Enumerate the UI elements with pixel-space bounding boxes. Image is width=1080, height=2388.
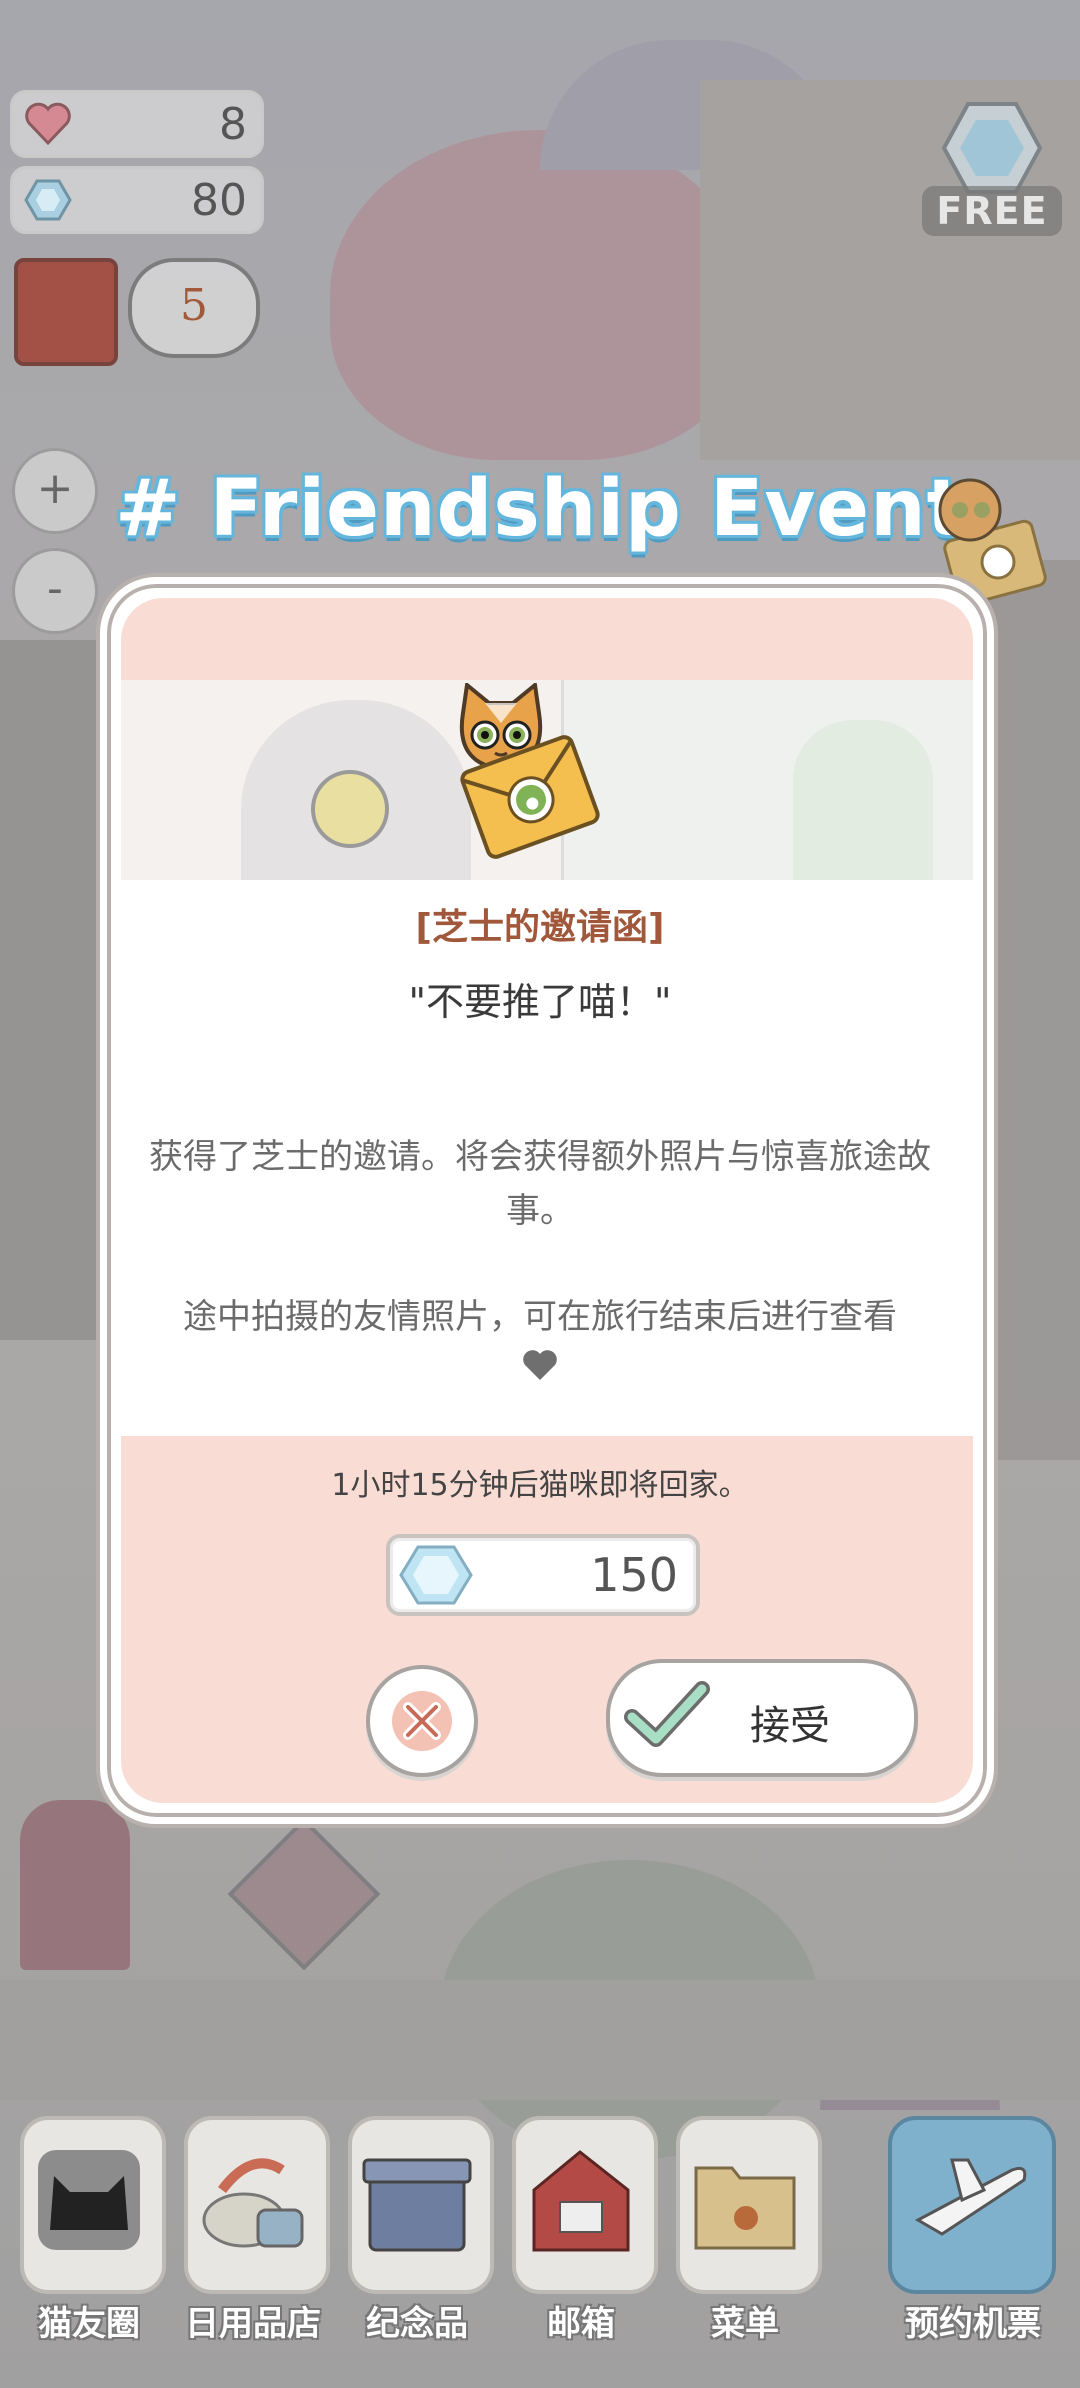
folder-icon — [694, 2166, 796, 2250]
gems-counter: 80 — [10, 166, 264, 234]
gems-value: 80 — [191, 175, 247, 226]
nav-label: 预约机票 — [905, 2304, 1041, 2344]
accept-button[interactable]: 接受 — [606, 1659, 918, 1777]
nav-label: 猫友圈 — [38, 2304, 140, 2344]
illustration-plant — [793, 720, 933, 880]
invitation-description: 获得了芝士的邀请。将会获得额外照片与惊喜旅途故事。 — [149, 1137, 931, 1231]
nav-shop[interactable]: 日用品店 — [178, 2100, 330, 2388]
mail-count-bubble[interactable]: 5 — [128, 258, 260, 358]
cat-friends-icon — [38, 2150, 140, 2250]
dialog-header-band — [121, 598, 973, 680]
return-timer: 1小时15分钟后猫咪即将回家。 — [331, 1468, 749, 1503]
photo-album-icon[interactable] — [14, 258, 118, 366]
souvenir-box-icon — [362, 2158, 472, 2252]
nav-cat-friends[interactable]: 猫友圈 — [14, 2100, 166, 2388]
free-gem-icon[interactable] — [940, 100, 1044, 196]
free-gems-button[interactable]: FREE — [922, 186, 1062, 236]
heart-icon — [25, 102, 71, 146]
hearts-value: 8 — [219, 99, 247, 150]
airplane-icon — [914, 2158, 1027, 2236]
illustration-cat-eye — [311, 770, 389, 848]
gem-icon — [399, 1545, 473, 1605]
gem-cost-value: 150 — [590, 1548, 678, 1602]
nav-menu[interactable]: 菜单 — [670, 2100, 822, 2388]
event-title: # Friendship Event — [115, 464, 965, 554]
shop-icon — [202, 2158, 304, 2248]
nav-souvenirs[interactable]: 纪念品 — [342, 2100, 494, 2388]
mailbox-icon — [532, 2150, 630, 2252]
gem-cost-display: 150 — [386, 1534, 700, 1616]
nav-label: 菜单 — [711, 2304, 779, 2344]
zoom-out-button[interactable]: - — [12, 548, 98, 634]
nav-book-flight[interactable]: 预约机票 — [888, 2100, 1056, 2388]
accept-label: 接受 — [750, 1703, 830, 1749]
mail-count-value: 5 — [180, 280, 208, 331]
checkmark-icon — [624, 1681, 710, 1747]
gem-icon — [24, 179, 72, 221]
nav-label: 纪念品 — [366, 2304, 468, 2344]
nav-mailbox[interactable]: 邮箱 — [506, 2100, 658, 2388]
photo-note: 途中拍摄的友情照片，可在旅行结束后进行查看 — [183, 1297, 897, 1337]
decline-button[interactable] — [366, 1665, 478, 1777]
bottom-navigation: 猫友圈 日用品店 纪念品 邮箱 菜单 预约机票 — [0, 2100, 1080, 2388]
cat-quote: "不要推了喵！" — [408, 980, 672, 1024]
invitation-title: [芝士的邀请函] — [415, 907, 665, 948]
nav-label: 邮箱 — [547, 2304, 615, 2344]
hearts-counter: 8 — [10, 90, 264, 158]
heart-icon — [523, 1350, 557, 1380]
close-icon — [392, 1691, 452, 1751]
nav-label: 日用品店 — [185, 2304, 321, 2344]
